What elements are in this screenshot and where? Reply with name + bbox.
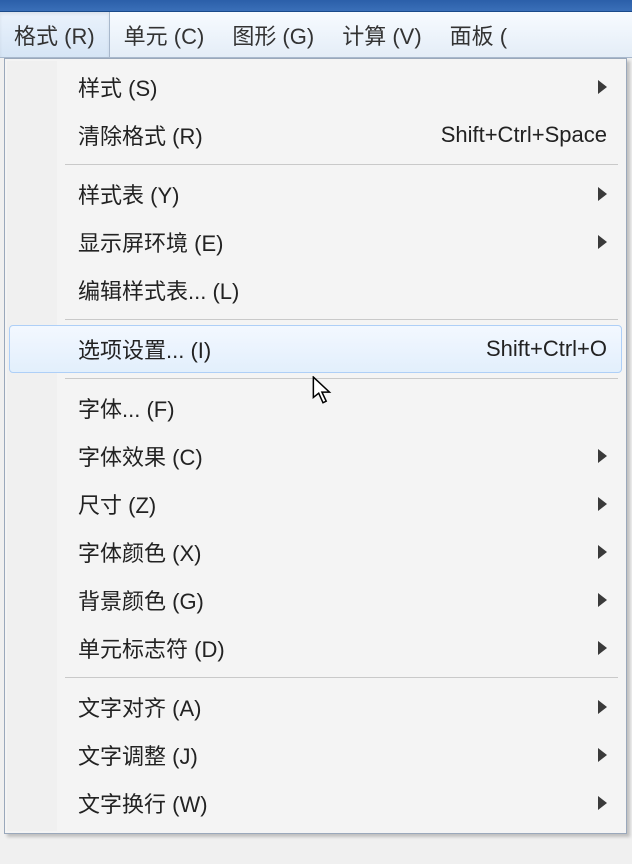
menu-item-label: 选项设置... (I): [78, 333, 211, 365]
menu-item-label: 文字调整 (J): [78, 739, 198, 771]
menu-item-f[interactable]: 字体... (F): [9, 384, 622, 432]
menu-item-d[interactable]: 单元标志符 (D): [9, 624, 622, 672]
submenu-arrow-icon: [598, 449, 607, 463]
window-titlebar: [0, 0, 632, 12]
submenu-arrow-icon: [598, 796, 607, 810]
menubar-label: 格式 (R): [14, 19, 95, 51]
menubar-label: 单元 (C): [124, 19, 205, 51]
menubar-item-graphics[interactable]: 图形 (G): [218, 12, 328, 57]
format-dropdown-menu: 样式 (S) 清除格式 (R) Shift+Ctrl+Space 样式表 (Y) 显示屏…: [4, 58, 627, 834]
submenu-arrow-icon: [598, 593, 607, 607]
menu-item-label: 样式 (S): [78, 71, 157, 103]
submenu-arrow-icon: [598, 700, 607, 714]
menu-item-g[interactable]: 背景颜色 (G): [9, 576, 622, 624]
menu-item-e[interactable]: 显示屏环境 (E): [9, 218, 622, 266]
menu-item-label: 字体... (F): [78, 392, 175, 424]
menu-item-label: 清除格式 (R): [78, 119, 203, 151]
submenu-arrow-icon: [598, 497, 607, 511]
menu-item-label: 字体效果 (C): [78, 440, 203, 472]
submenu-arrow-icon: [598, 641, 607, 655]
menu-separator: [65, 319, 618, 320]
menubar: 格式 (R) 单元 (C) 图形 (G) 计算 (V) 面板 (: [0, 12, 632, 58]
menubar-label: 图形 (G): [232, 19, 314, 51]
menu-item-label: 文字对齐 (A): [78, 691, 201, 723]
menu-item-label: 字体颜色 (X): [78, 536, 201, 568]
menu-separator: [65, 164, 618, 165]
menu-item-w[interactable]: 文字换行 (W): [9, 779, 622, 827]
menu-item-label: 样式表 (Y): [78, 178, 179, 210]
menu-separator: [65, 677, 618, 678]
menu-item-label: 文字换行 (W): [78, 787, 208, 819]
menubar-label: 面板 (: [450, 19, 507, 51]
menu-item-label: 编辑样式表... (L): [78, 274, 239, 306]
menu-item-label: 单元标志符 (D): [78, 632, 225, 664]
submenu-arrow-icon: [598, 235, 607, 249]
menubar-item-evaluation[interactable]: 计算 (V): [328, 12, 435, 57]
submenu-arrow-icon: [598, 545, 607, 559]
submenu-arrow-icon: [598, 748, 607, 762]
menu-item-shortcut: Shift+Ctrl+Space: [441, 122, 607, 148]
menubar-label: 计算 (V): [342, 19, 421, 51]
menu-item-shortcut: Shift+Ctrl+O: [486, 336, 607, 362]
menu-item-label: 尺寸 (Z): [78, 488, 156, 520]
menu-item-label: 背景颜色 (G): [78, 584, 204, 616]
menu-item-z[interactable]: 尺寸 (Z): [9, 480, 622, 528]
menu-item-i[interactable]: 选项设置... (I) Shift+Ctrl+O: [9, 325, 622, 373]
menubar-item-palettes[interactable]: 面板 (: [436, 12, 521, 57]
menu-item-a[interactable]: 文字对齐 (A): [9, 683, 622, 731]
menu-item-l[interactable]: 编辑样式表... (L): [9, 266, 622, 314]
menu-item-x[interactable]: 字体颜色 (X): [9, 528, 622, 576]
menubar-item-format[interactable]: 格式 (R): [0, 12, 110, 57]
menu-item-c[interactable]: 字体效果 (C): [9, 432, 622, 480]
menu-item-y[interactable]: 样式表 (Y): [9, 170, 622, 218]
menu-item-r[interactable]: 清除格式 (R) Shift+Ctrl+Space: [9, 111, 622, 159]
submenu-arrow-icon: [598, 187, 607, 201]
menu-item-s[interactable]: 样式 (S): [9, 63, 622, 111]
menubar-item-cell[interactable]: 单元 (C): [110, 12, 219, 57]
menu-item-label: 显示屏环境 (E): [78, 226, 223, 258]
menu-separator: [65, 378, 618, 379]
menu-item-j[interactable]: 文字调整 (J): [9, 731, 622, 779]
submenu-arrow-icon: [598, 80, 607, 94]
